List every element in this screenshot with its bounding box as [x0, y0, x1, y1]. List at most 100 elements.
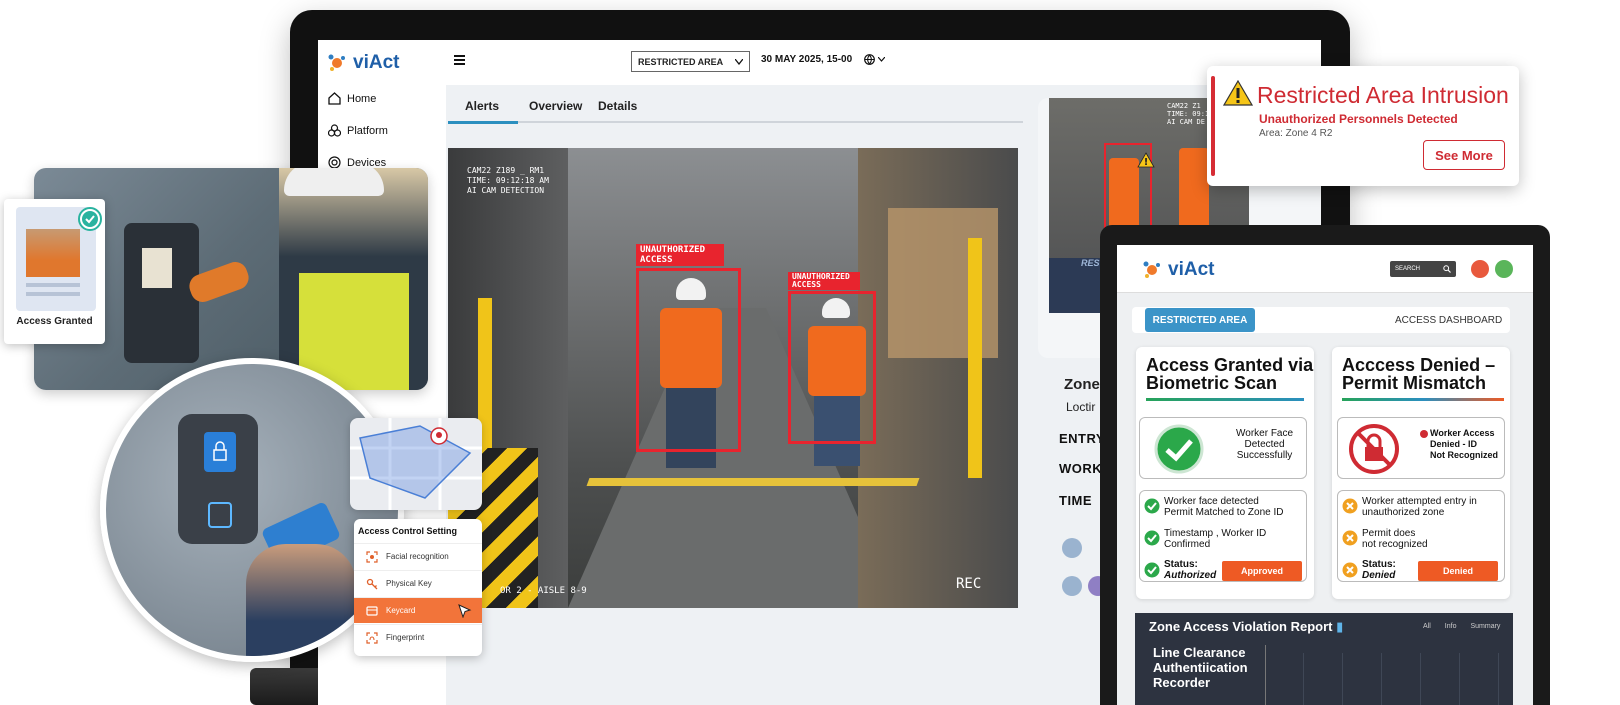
badge-label: Access Granted	[16, 316, 93, 327]
clipboard-icon: ▮	[1336, 619, 1344, 634]
tab-alerts[interactable]: Alerts	[465, 99, 499, 113]
terminal-screen	[142, 248, 172, 288]
check-icon	[1144, 562, 1160, 578]
setting-facial-recognition[interactable]: Facial recognition	[354, 543, 482, 569]
granted-row-line: Timestamp , Worker ID	[1164, 528, 1267, 539]
thumb-overlay-line: AI CAM DE	[1167, 118, 1205, 126]
worker-avatar	[26, 229, 80, 277]
thumb-caption: RES	[1081, 258, 1100, 268]
see-more-button[interactable]: See More	[1423, 140, 1505, 170]
globe-icon	[864, 54, 875, 65]
globe-dropdown[interactable]	[864, 54, 885, 65]
yellow-post	[968, 238, 982, 478]
logo-text: viAct	[353, 52, 400, 73]
report-tab-info[interactable]: Info	[1445, 623, 1457, 630]
status-label: Status:	[1164, 559, 1198, 570]
setting-label: Facial recognition	[386, 552, 449, 561]
alert-accent-bar	[1211, 76, 1215, 176]
zone-map-card[interactable]	[350, 418, 482, 510]
viact-logo-icon	[1143, 261, 1160, 278]
feed-overlay-line: CAM22 Z189 _ RM1	[467, 166, 545, 175]
hamburger-menu-icon[interactable]	[454, 55, 465, 65]
granted-row-line: Permit Matched to Zone ID	[1164, 507, 1284, 518]
hard-hat	[284, 168, 384, 196]
detection-box[interactable]	[788, 291, 876, 444]
status-label: Status:	[1362, 559, 1396, 570]
error-dot-icon	[1420, 430, 1428, 438]
time-label: TIME	[1059, 493, 1093, 508]
search-input[interactable]: SEARCH	[1390, 261, 1456, 277]
search-icon	[1443, 265, 1451, 273]
face-detected-line: Worker Face	[1236, 428, 1294, 439]
detection-box[interactable]	[636, 268, 741, 452]
camera-feed[interactable]: CAM22 Z189 _ RM1 TIME: 09:12:18 AM AI CA…	[448, 148, 1018, 608]
access-control-title: Access Control Setting	[358, 526, 458, 536]
report-body-line: Recorder	[1153, 675, 1211, 690]
status-value: Denied	[1362, 570, 1396, 581]
check-icon	[1144, 530, 1160, 546]
card-title: Access Granted via Biometric Scan	[1146, 356, 1313, 392]
setting-physical-key[interactable]: Physical Key	[354, 570, 482, 596]
action-icon[interactable]	[1062, 538, 1082, 558]
logo-text: viAct	[1168, 259, 1215, 280]
report-tab-summary[interactable]: Summary	[1470, 623, 1500, 630]
top-bar: RESTRICTED AREA 30 MAY 2025, 15-00	[446, 40, 1321, 85]
denied-row: Worker attempted entry in unauthorized z…	[1362, 496, 1477, 518]
card-divider	[1146, 398, 1304, 401]
report-body: Line Clearance Authentiication Recorder	[1153, 645, 1248, 690]
datetime-display: 30 MAY 2025, 15-00	[761, 54, 853, 65]
rec-indicator: REC	[956, 576, 982, 592]
thumb-overlay: CAM22 Z1 TIME: 09:1 AI CAM DE	[1167, 102, 1209, 126]
report-tab-all[interactable]: All	[1423, 623, 1431, 630]
setting-label: Fingerprint	[386, 633, 425, 642]
granted-row-line: Confirmed	[1164, 539, 1211, 550]
cursor-icon	[458, 603, 472, 618]
home-icon	[328, 92, 341, 105]
intrusion-alert-card: Restricted Area Intrusion Unauthorized P…	[1207, 66, 1519, 186]
platform-icon	[328, 124, 341, 137]
active-tab-indicator	[448, 121, 518, 124]
x-circle-icon	[1342, 562, 1358, 578]
tablet-logo[interactable]: viAct	[1141, 259, 1214, 281]
alert-dot[interactable]	[1471, 260, 1489, 278]
nav-home[interactable]: Home	[328, 92, 376, 105]
detection-label: UNAUTHORIZED ACCESS	[788, 272, 860, 290]
approved-button[interactable]: Approved	[1222, 561, 1302, 581]
status-dot[interactable]	[1495, 260, 1513, 278]
check-circle-icon	[1154, 424, 1204, 474]
area-select[interactable]: RESTRICTED AREA	[631, 51, 750, 72]
verified-check-icon	[78, 207, 102, 231]
tab-details[interactable]: Details	[598, 99, 637, 113]
check-icon	[1144, 498, 1160, 514]
action-icon[interactable]	[1062, 576, 1082, 596]
access-denied-line: Worker Access	[1430, 428, 1495, 438]
face-detected-line: Detected	[1244, 439, 1285, 450]
setting-keycard[interactable]: Keycard	[354, 597, 482, 623]
setting-fingerprint[interactable]: Fingerprint	[354, 624, 482, 650]
report-title: Zone Access Violation Report ▮	[1149, 619, 1343, 635]
report-tabs: All Info Summary	[1423, 623, 1500, 630]
nav-platform[interactable]: Platform	[328, 124, 388, 137]
denied-row-line: Worker attempted entry in	[1362, 496, 1477, 507]
chart-grid	[1265, 653, 1505, 705]
thumb-overlay-line: TIME: 09:1	[1167, 110, 1210, 118]
lock-denied-icon	[1348, 423, 1400, 475]
app-logo[interactable]: viAct	[326, 52, 399, 74]
floor-line	[586, 478, 920, 486]
tab-overview[interactable]: Overview	[529, 99, 582, 113]
denied-row-line: not recognized	[1362, 539, 1428, 550]
nav-home-label: Home	[347, 92, 377, 105]
warning-icon	[1223, 80, 1253, 106]
denied-button[interactable]: Denied	[1418, 561, 1498, 581]
report-body-line: Authentiication	[1153, 660, 1248, 675]
fingerprint-icon	[366, 631, 378, 644]
entry-label: ENTRY	[1059, 431, 1106, 446]
restricted-area-pill[interactable]: RESTRICTED AREA	[1145, 308, 1255, 332]
warning-icon: !	[1137, 152, 1155, 168]
access-denied-box: Worker Access Denied - ID Not Recognized	[1337, 417, 1505, 479]
location-pin-icon	[430, 427, 448, 445]
denied-row-line: Permit does	[1362, 528, 1416, 539]
feed-overlay: CAM22 Z189 _ RM1 TIME: 09:12:18 AM AI CA…	[467, 166, 549, 196]
denied-status: Status: Denied	[1362, 559, 1396, 581]
viact-logo-icon	[328, 54, 345, 71]
